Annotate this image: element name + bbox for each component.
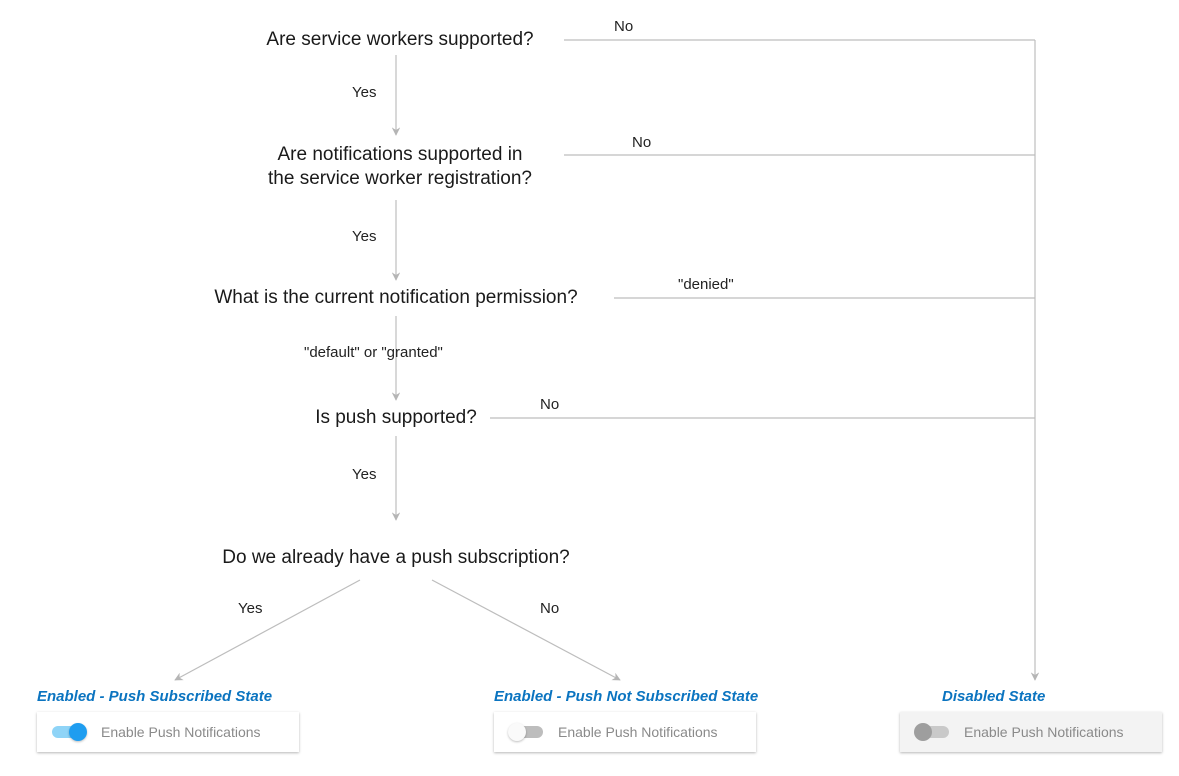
edge-q2-yes: Yes — [352, 228, 376, 245]
edge-q4-yes: Yes — [352, 466, 376, 483]
card-not-subscribed: Enable Push Notifications — [494, 712, 756, 752]
edge-q3-default: "default" or "granted" — [304, 344, 443, 361]
state-not-subscribed-title: Enabled - Push Not Subscribed State — [494, 688, 758, 705]
edge-q3-denied: "denied" — [678, 276, 734, 293]
toggle-disabled-label: Enable Push Notifications — [964, 724, 1124, 740]
node-notifications-supported: Are notifications supported in the servi… — [230, 143, 570, 191]
toggle-subscribed-label: Enable Push Notifications — [101, 724, 261, 740]
edge-q1-no: No — [614, 18, 633, 35]
toggle-not-subscribed[interactable] — [508, 722, 544, 742]
card-subscribed: Enable Push Notifications — [37, 712, 299, 752]
node-service-workers: Are service workers supported? — [240, 28, 560, 52]
node-push-supported: Is push supported? — [300, 406, 492, 430]
state-disabled-title: Disabled State — [942, 688, 1045, 705]
toggle-not-subscribed-label: Enable Push Notifications — [558, 724, 718, 740]
card-disabled: Enable Push Notifications — [900, 712, 1162, 752]
toggle-subscribed[interactable] — [51, 722, 87, 742]
node-have-subscription: Do we already have a push subscription? — [200, 546, 592, 570]
node-permission: What is the current notification permiss… — [180, 286, 612, 310]
state-subscribed-title: Enabled - Push Subscribed State — [37, 688, 272, 705]
edge-q1-yes: Yes — [352, 84, 376, 101]
edge-q2-no: No — [632, 134, 651, 151]
edge-q4-no: No — [540, 396, 559, 413]
flowchart: Are service workers supported? Are notif… — [0, 0, 1179, 776]
toggle-disabled — [914, 722, 950, 742]
edge-q5-yes: Yes — [238, 600, 262, 617]
edge-q5-no: No — [540, 600, 559, 617]
flow-arrows — [0, 0, 1179, 776]
